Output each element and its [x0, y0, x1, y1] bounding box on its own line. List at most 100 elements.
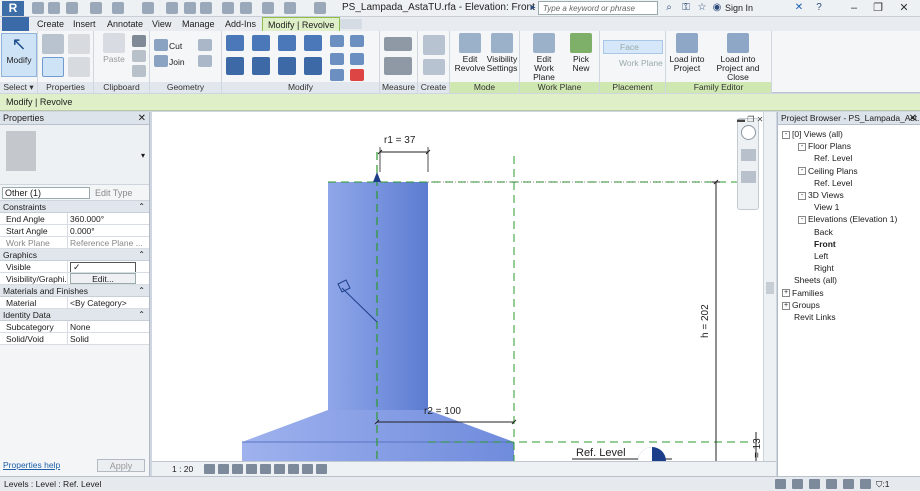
browser-item[interactable]: - Floor Plans — [798, 141, 851, 151]
project-browser-close-icon[interactable]: ✕ — [909, 112, 917, 124]
mirror-axis-icon[interactable] — [278, 35, 296, 51]
browser-item[interactable]: + Families — [782, 288, 824, 298]
redo-icon[interactable] — [112, 2, 124, 14]
select-by-face-icon[interactable] — [843, 479, 854, 489]
search-input[interactable]: Type a keyword or phrase — [538, 1, 658, 15]
split-icon[interactable] — [330, 35, 344, 47]
ribbon-minimize-toggle[interactable] — [340, 19, 362, 29]
tab-file[interactable] — [2, 17, 29, 31]
detail-level-icon[interactable] — [204, 464, 215, 474]
join-geometry-label[interactable]: Join — [169, 57, 185, 67]
ref-level-label[interactable]: Ref. Level — [576, 447, 626, 459]
tab-create[interactable]: Create — [32, 17, 69, 31]
rotate-icon[interactable] — [278, 57, 296, 75]
collapse-icon[interactable]: - — [798, 216, 806, 225]
select-underlay-icon[interactable] — [809, 479, 820, 489]
cut-icon[interactable] — [132, 35, 146, 47]
3d-view-icon[interactable] — [222, 2, 234, 14]
dim-r1-label[interactable]: r1 = 37 — [384, 135, 416, 146]
property-value[interactable]: <By Category> — [68, 297, 149, 308]
show-crop-icon[interactable] — [274, 464, 285, 474]
edit-work-plane-button[interactable]: Edit Work Plane — [524, 33, 564, 82]
dim-13-label[interactable]: = 13 — [752, 438, 763, 458]
select-pinned-icon[interactable] — [826, 479, 837, 489]
browser-item[interactable]: - Elevations (Elevation 1) — [798, 214, 897, 224]
create-group-icon[interactable] — [423, 35, 445, 55]
cut-geometry-label[interactable]: Cut — [169, 41, 182, 51]
tab-insert[interactable]: Insert — [68, 17, 101, 31]
tab-addins[interactable]: Add-Ins — [220, 17, 261, 31]
offset-icon[interactable] — [252, 35, 270, 51]
tab-view[interactable]: View — [147, 17, 176, 31]
dim-h-label[interactable]: h = 202 — [700, 304, 711, 338]
property-value[interactable]: None — [68, 321, 149, 332]
zoom-region-icon[interactable] — [741, 171, 756, 183]
collapse-icon[interactable]: - — [798, 191, 806, 200]
measure-icon[interactable] — [166, 2, 178, 14]
collapse-icon[interactable]: - — [798, 142, 806, 151]
drawing-canvas[interactable]: r1 = 37 r2 = 100 h = 202 = 13 Ref. Level… — [152, 112, 776, 461]
help-icon[interactable]: ? — [813, 2, 825, 14]
zoom-icon[interactable] — [741, 149, 756, 161]
property-value[interactable]: ✓ — [68, 261, 149, 272]
tab-annotate[interactable]: Annotate — [102, 17, 148, 31]
subscription-icon[interactable]: ⚿ — [680, 2, 692, 14]
sign-in-link[interactable]: Sign In — [725, 3, 753, 13]
visibility-edit-button[interactable]: Edit... — [70, 273, 136, 284]
mirror-draw-icon[interactable] — [304, 35, 322, 51]
collapse-chevron-icon[interactable]: ⌃ — [138, 285, 145, 297]
restore-button[interactable]: ❐ — [866, 0, 890, 16]
user-icon[interactable]: ◉ — [711, 2, 723, 14]
visible-checkbox[interactable]: ✓ — [70, 262, 136, 272]
edit-revolve-button[interactable]: Edit Revolve — [452, 33, 488, 77]
collapse-chevron-icon[interactable]: ⌃ — [138, 309, 145, 321]
drag-elements-icon[interactable] — [860, 479, 871, 489]
properties-help-link[interactable]: Properties help — [3, 460, 60, 470]
instance-filter-dropdown[interactable]: Other (1) — [2, 187, 90, 199]
browser-item[interactable]: - Ceiling Plans — [798, 166, 858, 176]
property-value[interactable]: 0.000° — [68, 225, 149, 236]
tab-manage[interactable]: Manage — [177, 17, 220, 31]
trim-icon[interactable] — [304, 57, 322, 75]
editable-only-icon[interactable] — [775, 479, 786, 489]
edit-type-button[interactable]: Edit Type — [95, 188, 132, 198]
browser-item[interactable]: View 1 — [814, 202, 839, 212]
delete-icon[interactable] — [350, 69, 364, 81]
property-category[interactable]: Identity Data ⌃ — [0, 309, 149, 321]
measure-panel-label[interactable]: Measure ▾ — [380, 82, 417, 103]
property-value[interactable]: Edit... — [68, 273, 149, 284]
visual-style-icon[interactable] — [218, 464, 229, 474]
exchange-icon[interactable]: ✕ — [793, 2, 805, 14]
browser-item[interactable]: Right — [814, 263, 834, 273]
pick-new-button[interactable]: Pick New — [566, 33, 596, 77]
select-links-icon[interactable] — [792, 479, 803, 489]
collapse-chevron-icon[interactable]: ⌃ — [138, 201, 145, 213]
properties-toggle-icon[interactable] — [42, 57, 64, 77]
paint-icon[interactable] — [198, 55, 212, 67]
join-geometry-icon[interactable] — [154, 55, 168, 67]
copy-element-icon[interactable] — [252, 57, 270, 75]
dimension-icon[interactable] — [184, 2, 196, 14]
filter-count[interactable]: ⛉:1 — [876, 477, 889, 491]
browser-item[interactable]: Ref. Level — [814, 178, 852, 188]
property-category[interactable]: Constraints ⌃ — [0, 201, 149, 213]
browser-item[interactable]: Back — [814, 227, 833, 237]
pin-icon[interactable] — [330, 69, 344, 81]
copy-icon[interactable] — [132, 50, 146, 62]
revolve-column[interactable] — [328, 182, 428, 410]
property-value[interactable]: Solid — [68, 333, 149, 344]
browser-item[interactable]: + Groups — [782, 300, 820, 310]
apply-button[interactable]: Apply — [97, 459, 145, 472]
type-properties-icon[interactable] — [42, 34, 64, 54]
measure-between-icon[interactable] — [384, 37, 412, 51]
work-plane-placement-button[interactable]: Work Plane — [603, 57, 663, 71]
highlight-displacement-icon[interactable] — [316, 464, 327, 474]
undo-icon[interactable] — [90, 2, 102, 14]
property-value[interactable]: Reference Plane ... — [68, 237, 149, 248]
select-dropdown[interactable]: Select ▾ — [0, 82, 37, 93]
comm-center-icon[interactable]: ☆ — [696, 2, 708, 14]
view-window-controls[interactable]: ▬ ❐ ✕ — [737, 115, 763, 124]
elevation-drawing[interactable]: r1 = 37 r2 = 100 h = 202 = 13 Ref. Level — [152, 112, 776, 461]
text-icon[interactable] — [200, 2, 212, 14]
qat-dropdown-icon[interactable] — [314, 2, 326, 14]
